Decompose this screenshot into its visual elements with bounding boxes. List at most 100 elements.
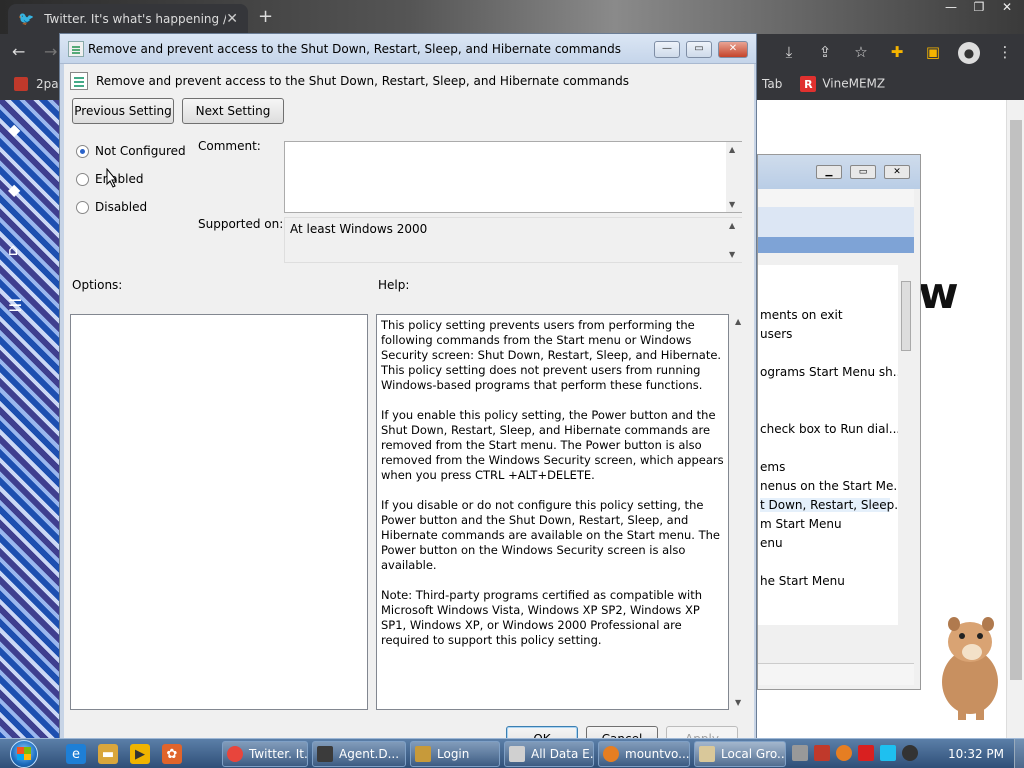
search-magnifier-icon <box>603 746 619 762</box>
extensions-puzzle-icon[interactable]: ✚ <box>886 42 908 62</box>
media-player-icon[interactable]: ▶ <box>130 744 150 764</box>
list-item[interactable]: he Start Menu <box>760 574 845 588</box>
login-icon <box>415 746 431 762</box>
back-arrow-icon[interactable]: ← <box>12 42 25 61</box>
radio-not-configured-circle[interactable] <box>76 144 89 158</box>
list-item[interactable]: users <box>760 327 792 341</box>
next-setting-button[interactable]: Next Setting <box>182 98 284 124</box>
tray-icon[interactable] <box>836 745 852 761</box>
policy-icon <box>68 41 84 57</box>
tray-network-icon[interactable] <box>880 745 896 761</box>
bookmark-label: 2pa <box>36 77 59 91</box>
scroll-down-icon[interactable]: ▼ <box>735 698 741 707</box>
radio-not-configured[interactable]: Not Configured <box>76 144 186 158</box>
bg-horizontal-scrollbar[interactable] <box>758 625 898 639</box>
bg-scrollbar-thumb[interactable] <box>901 281 911 351</box>
bookmark-vinememz-label: VineMEMZ <box>822 76 886 91</box>
tray-icon[interactable] <box>814 745 830 761</box>
bookmarks-right: Tab R VineMEMZ <box>762 76 885 92</box>
list-item[interactable]: enu <box>760 536 783 550</box>
internet-explorer-icon[interactable]: e <box>66 744 86 764</box>
dialog-titlebar[interactable]: Remove and prevent access to the Shut Do… <box>60 34 756 64</box>
bg-close-icon[interactable]: ✕ <box>884 165 910 179</box>
tray-icon[interactable] <box>792 745 808 761</box>
browser-tab-strip: 🐦 Twitter. It's what's happening / T ✕ +… <box>0 0 1024 34</box>
explorer-folder-icon[interactable]: ▬ <box>98 744 118 764</box>
browser-tab-twitter[interactable]: 🐦 Twitter. It's what's happening / T ✕ <box>8 4 248 34</box>
list-item[interactable]: ograms Start Menu sh... <box>760 365 904 379</box>
previous-setting-button[interactable]: Previous Setting <box>72 98 174 124</box>
dialog-close-icon[interactable]: ✕ <box>718 41 748 58</box>
forward-arrow-icon[interactable]: → <box>44 42 57 61</box>
start-button[interactable] <box>4 739 46 768</box>
tray-volume-icon[interactable] <box>902 745 918 761</box>
dialog-body: Remove and prevent access to the Shut Do… <box>64 64 754 752</box>
bookmark-star-icon[interactable]: ☆ <box>850 42 872 62</box>
side-panel-icon[interactable]: ▣ <box>922 42 944 62</box>
scroll-up-icon[interactable]: ▲ <box>735 317 741 326</box>
scroll-up-icon[interactable]: ▲ <box>729 145 735 154</box>
list-item[interactable]: ems <box>760 460 785 474</box>
bookmark-vinememz[interactable]: R VineMEMZ <box>800 76 885 92</box>
list-item[interactable]: nenus on the Start Me... <box>760 479 905 493</box>
policy-setting-icon <box>70 72 88 90</box>
page-scrollbar-thumb[interactable] <box>1010 120 1022 680</box>
browser-close-icon[interactable]: ✕ <box>996 0 1018 22</box>
share-icon[interactable]: ⇪ <box>814 42 836 62</box>
tray-flag-icon[interactable] <box>858 745 874 761</box>
toolbar-icons: ⤓ ⇪ ☆ ✚ ▣ ● ⋮ <box>778 42 1016 64</box>
radio-disabled[interactable]: Disabled <box>76 200 147 214</box>
menu-kebab-icon[interactable]: ⋮ <box>994 42 1016 62</box>
show-desktop-button[interactable] <box>1014 739 1024 768</box>
taskbar-button-label: mountvo... <box>625 747 690 761</box>
browser-minimize-icon[interactable]: — <box>940 0 962 22</box>
page-background-art: ◆ ◆ ⌂ ☰ <box>0 100 60 740</box>
bg-maximize-icon[interactable]: ▭ <box>850 165 876 179</box>
app-icon[interactable]: ✿ <box>162 744 182 764</box>
dialog-maximize-icon[interactable]: ▭ <box>686 41 712 58</box>
chrome-icon <box>227 746 243 762</box>
download-icon[interactable]: ⤓ <box>778 42 800 62</box>
browser-restore-icon[interactable]: ❐ <box>968 0 990 22</box>
list-item[interactable]: check box to Run dial... <box>760 422 900 436</box>
twitter-bird-icon: 🐦 <box>18 11 35 27</box>
windows-flag-icon <box>17 747 31 760</box>
scroll-up-icon[interactable]: ▲ <box>729 221 735 230</box>
scroll-down-icon[interactable]: ▼ <box>729 250 735 259</box>
taskbar-button-alldata[interactable]: All Data E... <box>504 741 594 767</box>
bookmark-left[interactable]: 2pa <box>14 77 59 91</box>
bg-toolbar <box>758 207 914 237</box>
taskbar-button-label: Local Gro... <box>721 747 786 761</box>
bg-list-scrollbar[interactable] <box>898 265 914 625</box>
taskbar-button-twitter[interactable]: Twitter. It... <box>222 741 308 767</box>
new-tab-button[interactable]: + <box>258 6 273 27</box>
bg-list-header <box>758 237 914 253</box>
taskbar-button-agent[interactable]: Agent.D... <box>312 741 406 767</box>
bg-minimize-icon[interactable]: ▁ <box>816 165 842 179</box>
help-label: Help: <box>378 278 410 292</box>
radio-enabled-label: Enabled <box>95 172 144 186</box>
bg-menubar <box>758 189 914 207</box>
radio-disabled-circle[interactable] <box>76 200 89 214</box>
bookmark-tab[interactable]: Tab <box>762 77 782 91</box>
profile-avatar-icon[interactable]: ● <box>958 42 980 64</box>
radio-enabled-circle[interactable] <box>76 172 89 186</box>
comment-scrollbar[interactable]: ▲ ▼ <box>726 142 742 212</box>
list-item[interactable]: ments on exit <box>760 308 843 322</box>
list-item[interactable]: m Start Menu <box>760 517 842 531</box>
comment-textarea[interactable] <box>284 141 742 213</box>
scroll-down-icon[interactable]: ▼ <box>729 200 735 209</box>
bg-view-tabs <box>758 663 914 685</box>
supported-scrollbar[interactable]: ▲ ▼ <box>726 218 742 262</box>
taskbar-button-mountvol[interactable]: mountvo... <box>598 741 690 767</box>
taskbar-button-label: All Data E... <box>531 747 594 761</box>
list-item-selected[interactable]: t Down, Restart, Sleep... <box>760 498 906 512</box>
tab-close-icon[interactable]: ✕ <box>226 11 238 27</box>
help-text: This policy setting prevents users from … <box>381 318 726 663</box>
taskbar-button-label: Agent.D... <box>339 747 400 761</box>
dialog-minimize-icon[interactable]: — <box>654 41 680 58</box>
help-scrollbar[interactable]: ▲ ▼ <box>732 314 748 710</box>
taskbar-button-login[interactable]: Login <box>410 741 500 767</box>
taskbar-button-localgroup[interactable]: Local Gro... <box>694 741 786 767</box>
taskbar-clock[interactable]: 10:32 PM <box>948 747 1004 761</box>
